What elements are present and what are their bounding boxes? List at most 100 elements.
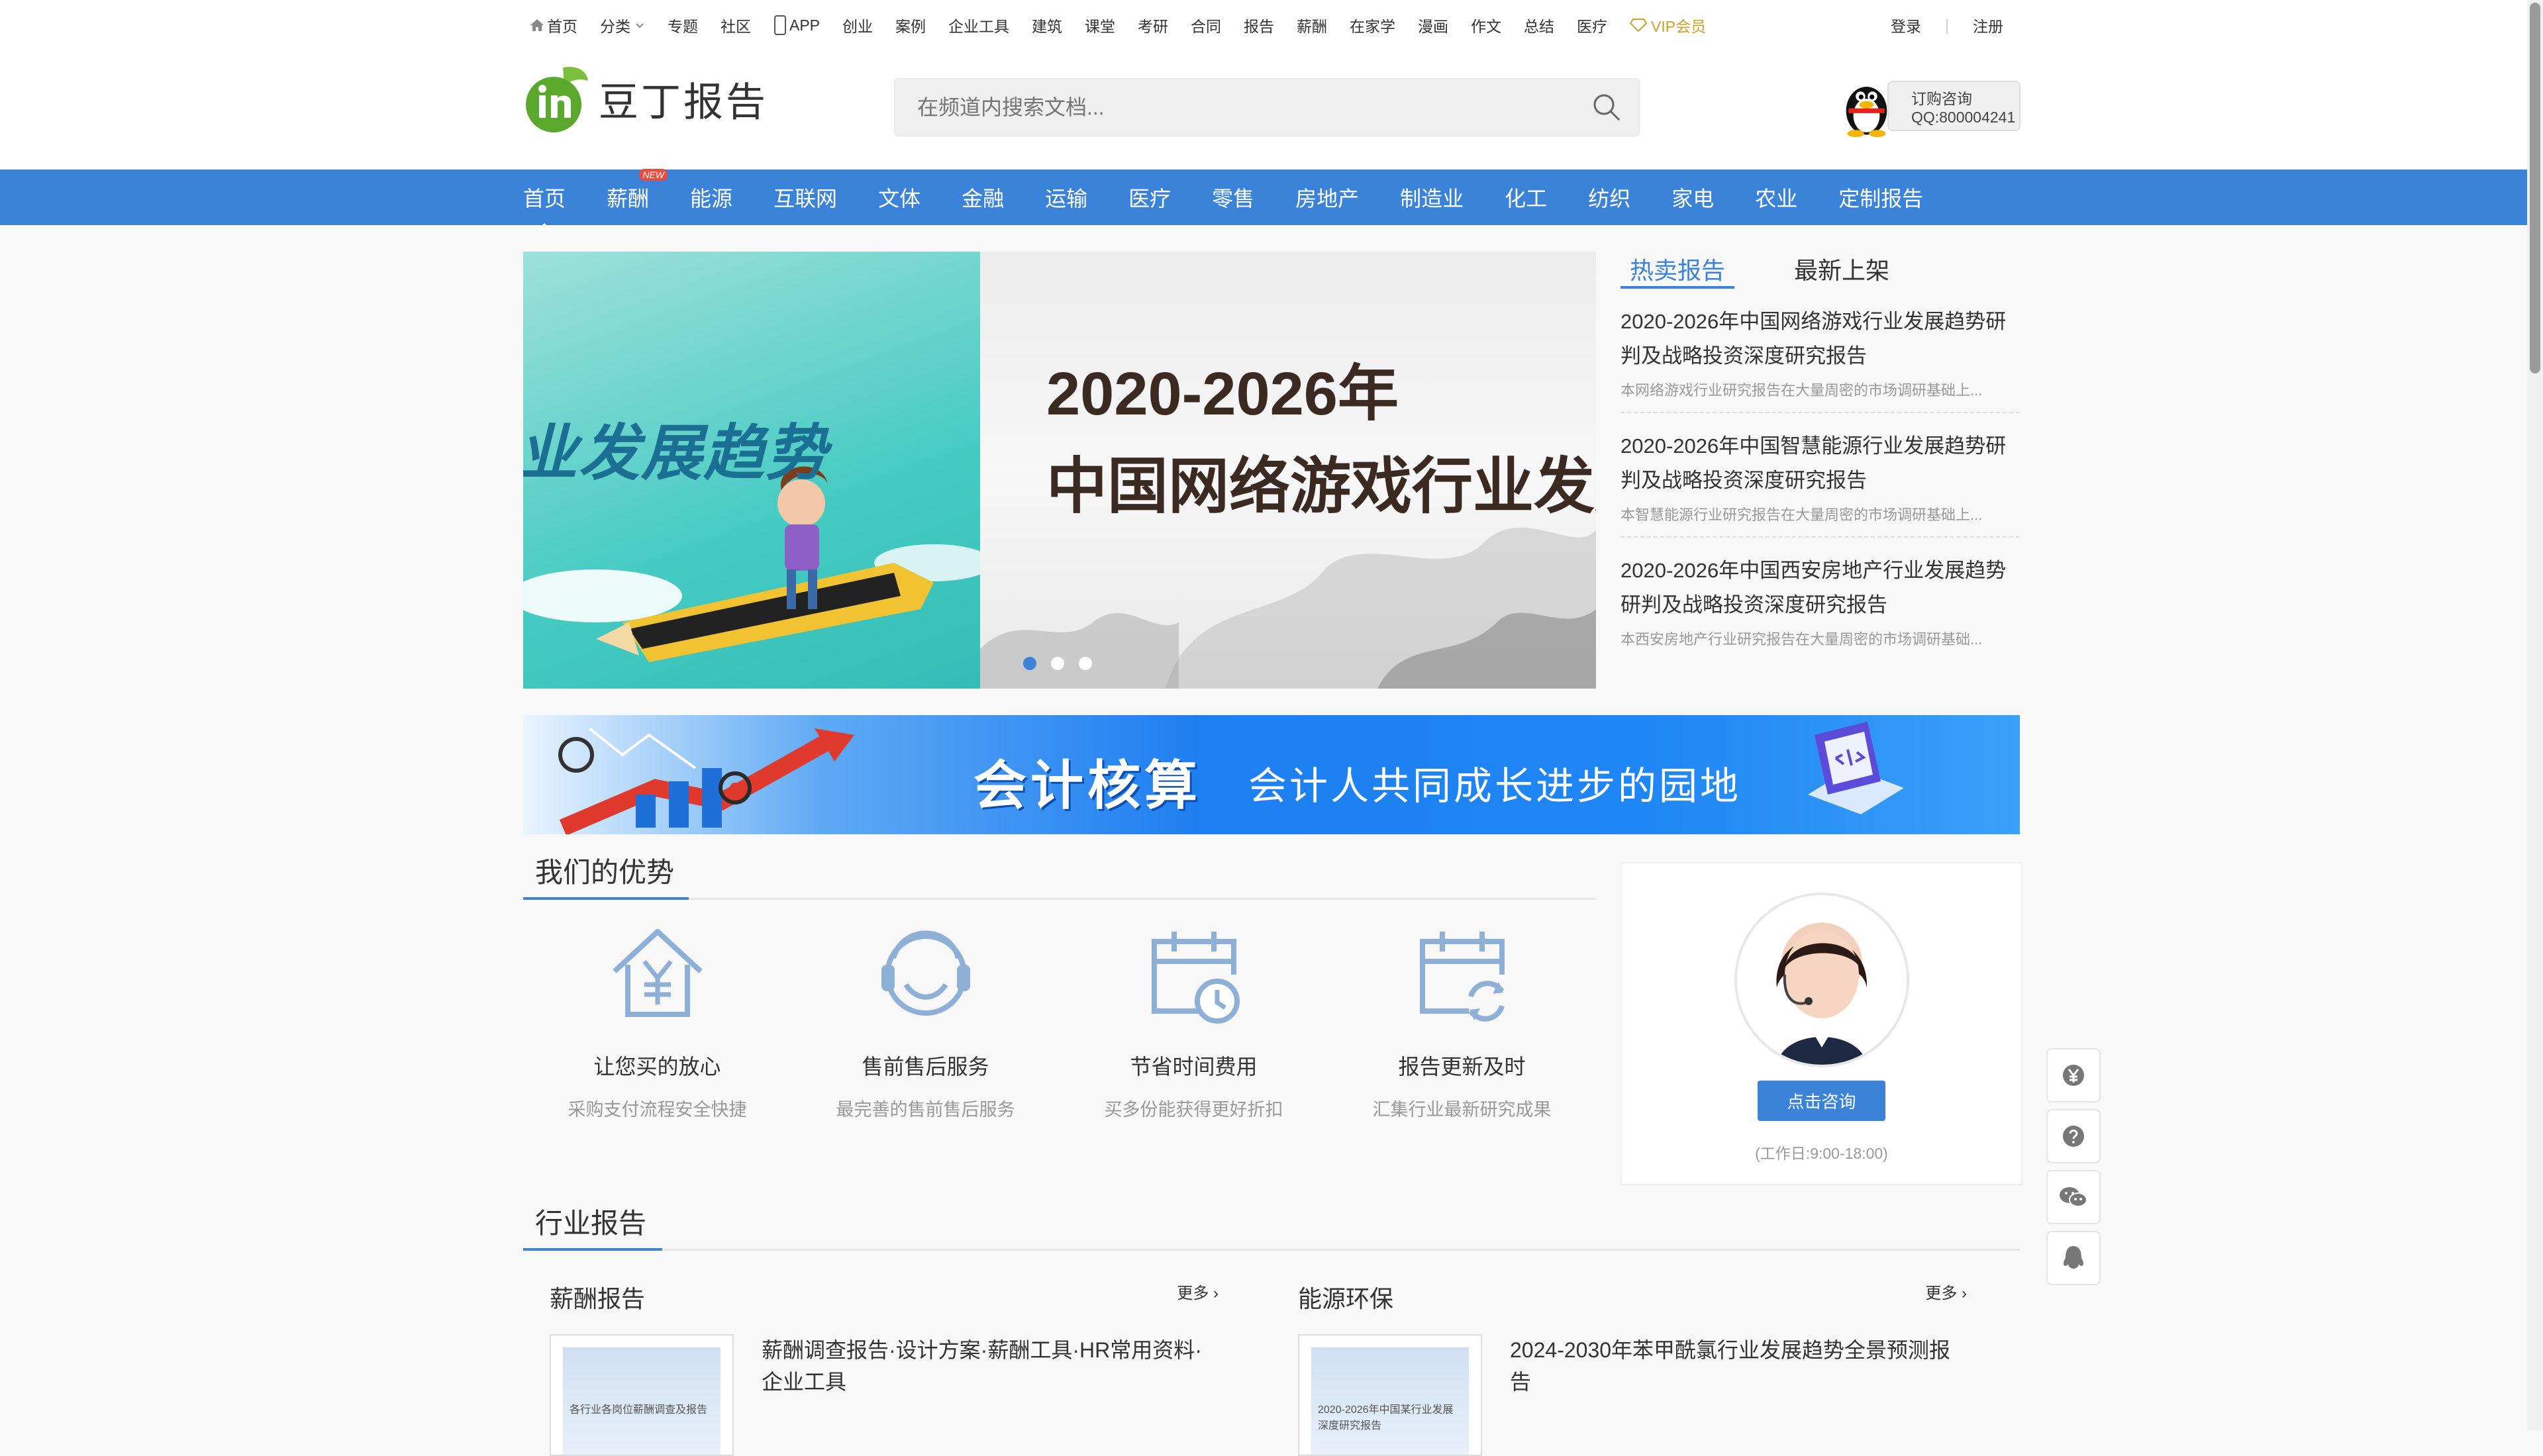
section-title: 我们的优势 (523, 848, 1596, 900)
tab-hot[interactable]: 热卖报告 (1621, 252, 1735, 289)
thumbnail-cover-text: 各行业各岗位薪酬调查及报告 (563, 1347, 721, 1455)
report-thumbnail[interactable]: 各行业各岗位薪酬调查及报告 (550, 1334, 734, 1456)
nav-custom-report[interactable]: 定制报告 (1838, 182, 1923, 213)
report-title[interactable]: 2020-2026年中国智慧能源行业发展趋势研判及战略投资深度研究报告 (1621, 429, 2020, 498)
top-nav-comic[interactable]: 漫画 (1418, 14, 1448, 36)
ad-slogan: 会计人共同成长进步的园地 (1248, 765, 1742, 808)
advantage-name: 让您买的放心 (593, 1055, 721, 1079)
top-nav-app[interactable]: APP (773, 15, 820, 35)
logo-icon (526, 66, 588, 132)
report-title[interactable]: 2020-2026年中国网络游戏行业发展趋势研判及战略投资深度研究报告 (1621, 305, 2020, 373)
search-box (894, 78, 1640, 136)
top-nav-salary[interactable]: 薪酬 (1297, 14, 1327, 36)
top-nav-category[interactable]: 分类 (600, 14, 645, 36)
list-item[interactable]: 2020-2026年中国西安房地产行业发展趋势研判及战略投资深度研究报告 本西安… (1621, 538, 2020, 661)
report-thumbnail[interactable]: 2020-2026年中国某行业发展深度研究报告 (1298, 1334, 1482, 1456)
carousel-dot[interactable] (1023, 657, 1036, 670)
side-help-button[interactable] (2046, 1109, 2101, 1163)
nav-home[interactable]: 首页 (523, 182, 566, 230)
nav-textile[interactable]: 纺织 (1588, 182, 1630, 213)
accounting-ad-banner[interactable]: 会计核算 会计人共同成长进步的园地 (523, 715, 2020, 834)
top-nav-community[interactable]: 社区 (721, 14, 751, 36)
nav-medical[interactable]: 医疗 (1128, 182, 1171, 213)
top-nav-report[interactable]: 报告 (1244, 14, 1274, 36)
advantage-item: 售前售后服务 最完善的售前售后服务 (791, 918, 1060, 1121)
top-nav-startup[interactable]: 创业 (842, 14, 873, 36)
side-qq-button[interactable] (2046, 1231, 2101, 1285)
side-wechat-button[interactable] (2046, 1170, 2101, 1224)
report-title[interactable]: 2020-2026年中国西安房地产行业发展趋势研判及战略投资深度研究报告 (1621, 554, 2020, 622)
page-scrollbar[interactable] (2527, 0, 2543, 1430)
scrollbar-thumb[interactable] (2530, 3, 2540, 373)
avatar (1734, 893, 1909, 1067)
top-nav-home[interactable]: 首页 (530, 14, 577, 36)
nav-transport[interactable]: 运输 (1045, 182, 1087, 213)
diamond-icon (1630, 19, 1648, 32)
nav-appliance[interactable]: 家电 (1671, 182, 1714, 213)
qq-penguin-icon (1846, 87, 1887, 138)
top-nav-tools[interactable]: 企业工具 (948, 14, 1009, 36)
advantage-name: 报告更新及时 (1398, 1055, 1526, 1079)
hot-tabs: 热卖报告 最新上架 (1621, 252, 2020, 289)
nav-internet[interactable]: 互联网 (773, 182, 837, 213)
top-nav-contract[interactable]: 合同 (1191, 14, 1221, 36)
banner-title: 中国网络游戏行业发展 (1046, 453, 1596, 520)
list-item[interactable]: 2020-2026年中国智慧能源行业发展趋势研判及战略投资深度研究报告 本智慧能… (1621, 413, 2020, 538)
top-nav-building[interactable]: 建筑 (1032, 14, 1062, 36)
list-item[interactable]: 2020-2026年中国网络游戏行业发展趋势研判及战略投资深度研究报告 本网络游… (1621, 289, 2020, 413)
nav-retail[interactable]: 零售 (1212, 182, 1254, 213)
qq-icon (2064, 1246, 2083, 1269)
top-nav-topic[interactable]: 专题 (668, 14, 698, 36)
industry-title: 行业报告 (535, 1208, 647, 1239)
nav-agriculture[interactable]: 农业 (1755, 182, 1797, 213)
more-link[interactable]: 更多 › (1177, 1280, 1219, 1314)
consult-button[interactable]: 点击咨询 (1758, 1081, 1885, 1121)
top-nav-kaoyan[interactable]: 考研 (1138, 14, 1168, 36)
nav-manufacturing[interactable]: 制造业 (1400, 182, 1464, 213)
industry-section: 行业报告 薪酬报告 更多 › 各行业各岗位薪酬调查及报告 薪酬调查报告·设计方案·… (523, 1198, 2020, 1456)
qq-number: QQ:800004241 (1911, 108, 2016, 126)
report-link[interactable]: 薪酬调查报告·设计方案·薪酬工具·HR常用资料·企业工具 (762, 1334, 1212, 1456)
advantage-sub: 采购支付流程安全快捷 (568, 1100, 747, 1120)
top-nav-essay[interactable]: 作文 (1471, 14, 1501, 36)
top-nav-class[interactable]: 课堂 (1085, 14, 1115, 36)
phone-icon (774, 15, 786, 35)
top-nav-medical[interactable]: 医疗 (1577, 14, 1607, 36)
customer-service-avatar (1776, 931, 1867, 1065)
nav-culture[interactable]: 文体 (878, 182, 921, 213)
tab-new[interactable]: 最新上架 (1785, 252, 1899, 289)
qq-info: 订购咨询 QQ:800004241 (1887, 81, 2020, 131)
auth-links: 登录 | 注册 (1891, 12, 2003, 38)
banner-year: 2020-2026年 (1046, 360, 1399, 428)
banner-carousel[interactable]: 业发展趋势 2020-2026年 中国网络游戏行业发展 (523, 252, 1596, 689)
nav-finance[interactable]: 金融 (962, 182, 1004, 213)
more-link[interactable]: 更多 › (1925, 1280, 1967, 1314)
top-bar: 首页 分类 专题 社区 APP 创业 案例 企业工具 建筑 课堂 考研 合同 报… (0, 0, 2543, 49)
search-input[interactable] (916, 94, 1554, 121)
site-logo[interactable]: 豆丁报告 (523, 64, 768, 134)
nav-realestate[interactable]: 房地产 (1295, 182, 1359, 213)
top-nav-summary[interactable]: 总结 (1524, 14, 1554, 36)
top-nav-study[interactable]: 在家学 (1350, 14, 1395, 36)
nav-chemical[interactable]: 化工 (1505, 182, 1547, 213)
top-nav-vip[interactable]: VIP会员 (1630, 14, 1706, 36)
qq-consult[interactable]: 订购咨询 QQ:800004241 (1838, 72, 2020, 140)
search-icon[interactable] (1591, 92, 1622, 122)
main-nav: 首页 薪酬 NEW 能源 互联网 文体 金融 运输 医疗 零售 房地产 制造业 化… (0, 169, 2543, 230)
wechat-icon (2060, 1187, 2087, 1207)
laptop-code-icon (1808, 722, 1904, 814)
register-link[interactable]: 注册 (1973, 14, 2003, 36)
banner-slide-current: 2020-2026年 中国网络游戏行业发展 (980, 252, 1596, 689)
ad-chart-illustration (558, 727, 854, 834)
carousel-dot[interactable] (1051, 657, 1064, 670)
side-yuan-button[interactable] (2046, 1048, 2101, 1102)
title-underline (523, 897, 689, 900)
login-link[interactable]: 登录 (1891, 14, 1921, 36)
nav-energy[interactable]: 能源 (690, 182, 732, 213)
top-nav-case[interactable]: 案例 (895, 14, 926, 36)
report-link[interactable]: 2024-2030年苯甲酰氯行业发展趋势全景预测报告 (1510, 1334, 1960, 1456)
carousel-dot[interactable] (1079, 657, 1092, 670)
question-icon (2063, 1126, 2084, 1147)
advantages-title: 我们的优势 (535, 857, 675, 888)
nav-salary[interactable]: 薪酬 NEW (607, 169, 668, 213)
